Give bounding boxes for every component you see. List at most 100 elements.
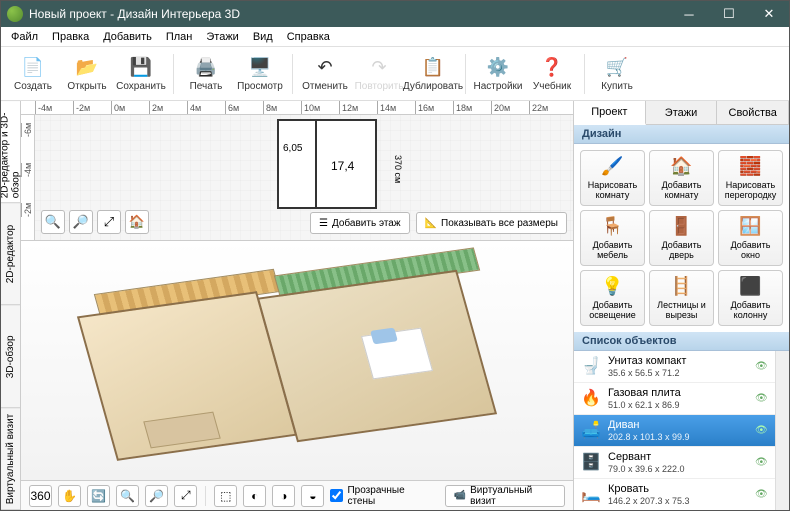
view-360-button[interactable]: 360 <box>29 485 52 507</box>
room-area-2: 17,4 <box>331 159 354 173</box>
ruler-horizontal: -4м-2м0м2м4м6м8м10м12м14м16м18м20м22м <box>21 101 573 115</box>
fit-3d-button[interactable]: ⤢ <box>174 485 197 507</box>
floorplan[interactable]: 6,05 17,4 370 см <box>277 119 377 209</box>
show-dimensions-button[interactable]: 📐Показывать все размеры <box>416 212 567 234</box>
floors-icon: ☰ <box>319 218 328 229</box>
scrollbar[interactable] <box>775 351 789 510</box>
object-list-header: Список объектов <box>574 332 789 351</box>
print-icon: 🖨️ <box>194 55 218 79</box>
visibility-icon[interactable]: 👁 <box>755 393 769 403</box>
visibility-icon[interactable]: 👁 <box>755 361 769 371</box>
save-button[interactable]: 💾Сохранить <box>115 50 167 98</box>
bottom-toolbar: 360 ✋ 🔄 🔍 🔎 ⤢ ⬚ ◐ ◑ ◒ Прозрачные стены 📹… <box>21 480 573 510</box>
design-tool-4[interactable]: 🚪Добавить дверь <box>649 210 714 266</box>
open-button[interactable]: 📂Открыть <box>61 50 113 98</box>
redo-icon: ↷ <box>367 55 391 79</box>
transparent-walls-checkbox[interactable]: Прозрачные стены <box>330 485 430 507</box>
design-tool-8[interactable]: ⬛Добавить колонну <box>718 270 783 326</box>
design-tool-2[interactable]: 🧱Нарисовать перегородку <box>718 150 783 206</box>
buy-button[interactable]: 🛒Купить <box>591 50 643 98</box>
object-item-4[interactable]: 🛏️Кровать146.2 x 207.3 x 75.3👁 <box>574 479 775 510</box>
visibility-icon[interactable]: 👁 <box>755 457 769 467</box>
visibility-icon[interactable]: 👁 <box>755 489 769 499</box>
menu-план[interactable]: План <box>160 29 199 45</box>
object-list: 🚽Унитаз компакт35.6 x 56.5 x 71.2👁🔥Газов… <box>574 351 775 510</box>
app-icon <box>7 6 23 22</box>
add-floor-button[interactable]: ☰Добавить этаж <box>310 212 410 234</box>
duplicate-button[interactable]: 📋Дублировать <box>407 50 459 98</box>
menu-правка[interactable]: Правка <box>46 29 95 45</box>
duplicate-icon: 📋 <box>421 55 445 79</box>
design-tool-7[interactable]: 🪜Лестницы и вырезы <box>649 270 714 326</box>
design-tool-5[interactable]: 🪟Добавить окно <box>718 210 783 266</box>
zoom-out-button[interactable]: 🔎 <box>69 210 93 234</box>
canvas-2d[interactable]: -6м-4м-2м 6,05 17,4 370 см 🔍 🔎 ⤢ 🏠 <box>21 115 573 241</box>
zoom-out-3d-button[interactable]: 🔎 <box>145 485 168 507</box>
right-tab-1[interactable]: Этажи <box>646 101 718 124</box>
view-rotate-button[interactable]: ◐ <box>243 485 266 507</box>
visibility-icon[interactable]: 👁 <box>755 425 769 435</box>
undo-button[interactable]: ↶Отменить <box>299 50 351 98</box>
object-item-0[interactable]: 🚽Унитаз компакт35.6 x 56.5 x 71.2👁 <box>574 351 775 383</box>
zoom-in-button[interactable]: 🔍 <box>41 210 65 234</box>
design-tool-6[interactable]: 💡Добавить освещение <box>580 270 645 326</box>
object-item-3[interactable]: 🗄️Сервант79.0 x 39.6 x 222.0👁 <box>574 447 775 479</box>
menu-вид[interactable]: Вид <box>247 29 279 45</box>
ruler-vertical: -6м-4м-2м <box>21 115 35 240</box>
virtual-visit-button[interactable]: 📹Виртуальный визит <box>445 485 565 507</box>
titlebar: Новый проект - Дизайн Интерьера 3D ─ ☐ ✕ <box>1 1 789 27</box>
menubar: ФайлПравкаДобавитьПланЭтажиВидСправка <box>1 27 789 47</box>
view-top-button[interactable]: ⬚ <box>214 485 237 507</box>
undo-icon: ↶ <box>313 55 337 79</box>
buy-icon: 🛒 <box>605 55 629 79</box>
close-button[interactable]: ✕ <box>749 1 789 27</box>
menu-файл[interactable]: Файл <box>5 29 44 45</box>
menu-этажи[interactable]: Этажи <box>200 29 244 45</box>
home-button[interactable]: 🏠 <box>125 210 149 234</box>
vtab-1[interactable]: 2D-редактор <box>1 203 20 305</box>
right-tab-2[interactable]: Свойства <box>717 101 789 124</box>
dimension-label: 370 см <box>393 155 403 183</box>
preview-icon: 🖥️ <box>248 55 272 79</box>
maximize-button[interactable]: ☐ <box>709 1 749 27</box>
render-3d <box>77 241 517 480</box>
settings-icon: ⚙️ <box>486 55 510 79</box>
right-tab-0[interactable]: Проект <box>574 101 646 125</box>
orbit-button[interactable]: 🔄 <box>87 485 110 507</box>
vtab-2[interactable]: 3D-обзор <box>1 306 20 408</box>
right-panel: ПроектЭтажиСвойства Дизайн 🖌️Нарисовать … <box>573 101 789 510</box>
vertical-tabs: 2D-редактор и 3D-обзор2D-редактор3D-обзо… <box>1 101 21 510</box>
room-area-1: 6,05 <box>283 143 302 154</box>
design-tool-0[interactable]: 🖌️Нарисовать комнату <box>580 150 645 206</box>
settings-button[interactable]: ⚙️Настройки <box>472 50 524 98</box>
minimize-button[interactable]: ─ <box>669 1 709 27</box>
view-tilt-button[interactable]: ◑ <box>272 485 295 507</box>
pan-button[interactable]: ✋ <box>58 485 81 507</box>
design-tool-1[interactable]: 🏠Добавить комнату <box>649 150 714 206</box>
view-perspective-button[interactable]: ◒ <box>301 485 324 507</box>
preview-button[interactable]: 🖥️Просмотр <box>234 50 286 98</box>
vtab-0[interactable]: 2D-редактор и 3D-обзор <box>1 101 20 203</box>
zoom-fit-button[interactable]: ⤢ <box>97 210 121 234</box>
help-icon: ❓ <box>540 55 564 79</box>
design-tools-grid: 🖌️Нарисовать комнату🏠Добавить комнату🧱На… <box>574 144 789 332</box>
canvas-3d[interactable] <box>21 241 573 480</box>
redo-button: ↷Повторить <box>353 50 405 98</box>
design-tool-3[interactable]: 🪑Добавить мебель <box>580 210 645 266</box>
right-tabs: ПроектЭтажиСвойства <box>574 101 789 125</box>
camera-icon: 📹 <box>454 490 466 501</box>
window-title: Новый проект - Дизайн Интерьера 3D <box>29 7 669 21</box>
object-item-2[interactable]: 🛋️Диван202.8 x 101.3 x 99.9👁 <box>574 415 775 447</box>
print-button[interactable]: 🖨️Печать <box>180 50 232 98</box>
create-button[interactable]: 📄Создать <box>7 50 59 98</box>
dimensions-icon: 📐 <box>425 218 437 229</box>
object-item-1[interactable]: 🔥Газовая плита51.0 x 62.1 x 86.9👁 <box>574 383 775 415</box>
save-icon: 💾 <box>129 55 153 79</box>
help-button[interactable]: ❓Учебник <box>526 50 578 98</box>
menu-справка[interactable]: Справка <box>281 29 336 45</box>
vtab-3[interactable]: Виртуальный визит <box>1 408 20 510</box>
create-icon: 📄 <box>21 55 45 79</box>
design-header: Дизайн <box>574 125 789 144</box>
zoom-in-3d-button[interactable]: 🔍 <box>116 485 139 507</box>
menu-добавить[interactable]: Добавить <box>97 29 158 45</box>
